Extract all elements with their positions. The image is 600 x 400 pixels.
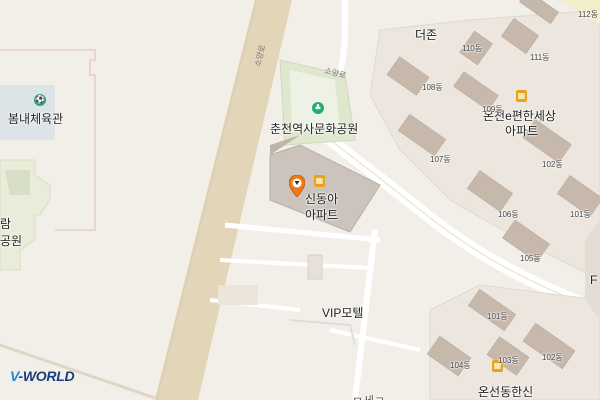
label-deojon[interactable]: 더존: [415, 26, 437, 43]
label-bottom-cut: ㅁ세ㄹ: [352, 392, 385, 400]
label-vip-motel[interactable]: VIP모텔: [322, 304, 363, 321]
building-number: 110동: [462, 44, 483, 53]
location-pin-icon[interactable]: [289, 175, 305, 197]
apartment-icon[interactable]: ▦: [314, 175, 325, 187]
label-sindonga-2[interactable]: 아파트: [305, 206, 338, 223]
building-number: 101동: [487, 312, 508, 321]
small-building-2: [218, 285, 258, 305]
building-number: 105동: [520, 254, 541, 263]
building-number: 101동: [570, 210, 591, 219]
building-number: 103동: [498, 356, 519, 365]
map-view[interactable]: 소양로 소양로 ⚽ ♣ ▦ ▦ ▦ 봄내체육관 람 공원 더존 춘천역사문화공원…: [0, 0, 600, 400]
building-number: 109동: [482, 105, 503, 114]
label-onseon-hansin[interactable]: 온선동한신: [478, 383, 533, 400]
building-number: 112동: [578, 10, 599, 19]
logo-text: -WORLD: [18, 368, 75, 384]
label-edge-f: F: [590, 273, 598, 287]
building-number: 107동: [430, 155, 451, 164]
logo-v: V: [10, 368, 19, 384]
small-building: [307, 254, 323, 280]
park-icon[interactable]: ♣: [312, 102, 324, 114]
building-number: 102동: [542, 160, 563, 169]
label-sports-center[interactable]: 봄내체육관: [8, 110, 63, 127]
label-station-park[interactable]: 춘천역사문화공원: [270, 120, 358, 137]
apartment-icon[interactable]: ▦: [516, 90, 527, 102]
label-sindonga-1[interactable]: 신동아: [305, 190, 338, 207]
label-park-fragment-2: 공원: [0, 234, 23, 248]
building-number: 104동: [450, 361, 471, 370]
label-ecomfort-2[interactable]: 아파트: [505, 122, 538, 139]
building-number: 111동: [530, 53, 550, 62]
sports-facility-icon[interactable]: ⚽: [34, 94, 46, 106]
building-number: 102동: [542, 353, 563, 362]
map-canvas: [0, 0, 600, 400]
vworld-logo: V-WORLD: [10, 368, 75, 384]
building-number: 106동: [498, 210, 519, 219]
building-number: 108동: [422, 83, 443, 92]
label-park-fragment: 람: [0, 217, 12, 231]
